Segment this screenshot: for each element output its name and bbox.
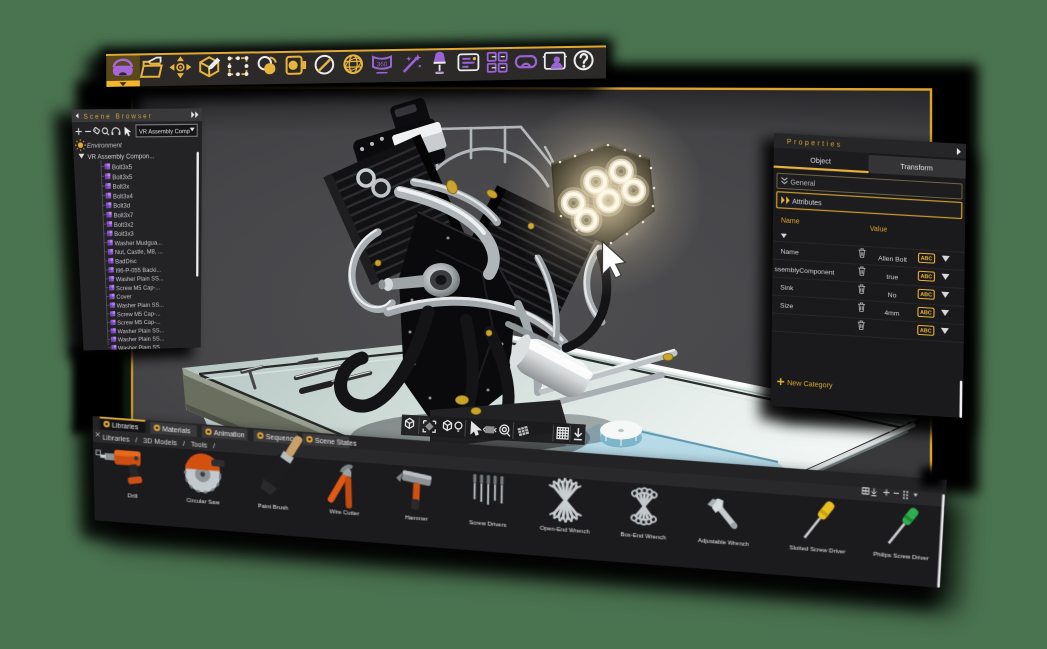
svg-text:No: No [888, 292, 897, 300]
svg-text:Environment: Environment [87, 142, 123, 149]
svg-text:Nut, Castle, M8, ...: Nut, Castle, M8, ... [115, 249, 163, 256]
svg-text:VR Assembly Comp: VR Assembly Comp [139, 128, 190, 135]
svg-text:ABC: ABC [921, 256, 933, 263]
svg-text:ssemblyComponent: ssemblyComponent [774, 266, 834, 277]
svg-text:Drill: Drill [128, 493, 138, 500]
svg-text:Bolt3x3: Bolt3x3 [114, 231, 134, 238]
svg-text:Screw M5 Cap-...: Screw M5 Cap-... [117, 320, 161, 327]
svg-text:Sink: Sink [780, 284, 794, 292]
svg-text:Washer Plain SS...: Washer Plain SS... [117, 302, 164, 309]
svg-text:Name: Name [781, 248, 799, 256]
svg-text:Name: Name [781, 217, 800, 225]
svg-text:ABC: ABC [920, 274, 932, 281]
svg-text:Object: Object [810, 157, 831, 166]
svg-text:Scene Browser: Scene Browser [83, 113, 152, 121]
svg-text:Washer Plain SS...: Washer Plain SS... [116, 276, 164, 283]
svg-text:Bolt3x: Bolt3x [113, 184, 130, 191]
svg-text:Screw M5 Cap-...: Screw M5 Cap-... [117, 311, 161, 318]
svg-text:Washer Plain SS...: Washer Plain SS... [117, 328, 164, 335]
svg-text:360: 360 [376, 61, 387, 68]
svg-text:Value: Value [870, 226, 888, 234]
svg-text:Bolt3x4: Bolt3x4 [113, 193, 133, 200]
svg-text:General: General [790, 179, 815, 188]
svg-text:Washer Plain SS...: Washer Plain SS... [118, 336, 165, 343]
svg-text:ABC: ABC [920, 328, 932, 335]
svg-text:Bolt3x2: Bolt3x2 [114, 222, 134, 229]
svg-text:ABC: ABC [920, 310, 932, 317]
svg-text:Allen Bolt: Allen Bolt [878, 255, 907, 264]
svg-text:Screw M5 Cap-...: Screw M5 Cap-... [116, 285, 160, 292]
svg-text:VR Assembly Compon...: VR Assembly Compon... [87, 153, 154, 161]
svg-text:I96-P-055 Backi...: I96-P-055 Backi... [115, 267, 161, 274]
svg-text:Bolt3x5: Bolt3x5 [112, 164, 133, 171]
svg-text:Bolt3x7: Bolt3x7 [113, 212, 133, 219]
svg-text:Bolt3d: Bolt3d [113, 203, 130, 210]
svg-text:Bolt3x5: Bolt3x5 [112, 174, 132, 181]
svg-text:ABC: ABC [920, 292, 932, 299]
svg-text:Washer Mudgua...: Washer Mudgua... [114, 240, 162, 247]
svg-text:4mm: 4mm [884, 310, 900, 318]
svg-text:BadDisc: BadDisc [115, 259, 137, 266]
svg-text:true: true [886, 274, 898, 282]
svg-text:Cover: Cover [116, 294, 132, 300]
svg-text:Size: Size [780, 302, 794, 310]
svg-text:New Category: New Category [787, 379, 833, 390]
